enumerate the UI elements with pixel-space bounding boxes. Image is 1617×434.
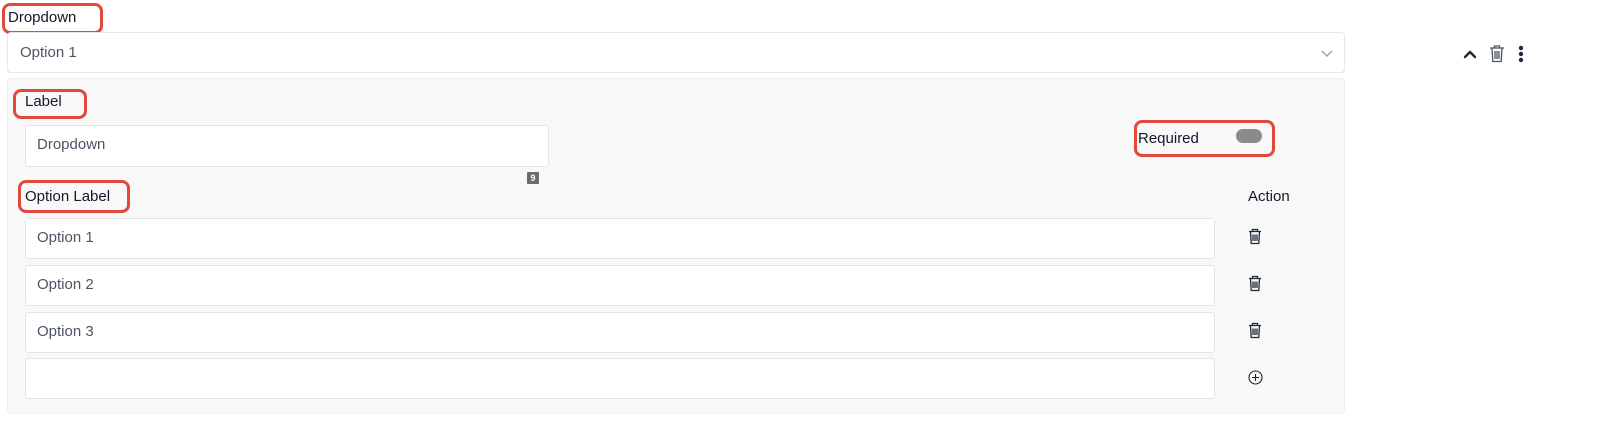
trash-icon — [1489, 44, 1505, 68]
plus-circle-icon — [1247, 370, 1263, 390]
action-header: Action — [1248, 188, 1290, 205]
trash-icon — [1248, 275, 1262, 297]
option-input-2[interactable]: Option 2 — [25, 265, 1215, 306]
chevron-down-icon — [1320, 46, 1334, 65]
chevron-up-icon — [1462, 46, 1478, 67]
option-input-1[interactable]: Option 1 — [25, 218, 1215, 259]
option-label-header: Option Label — [25, 188, 111, 205]
more-vertical-icon — [1518, 45, 1524, 68]
label-title: Label — [25, 93, 62, 110]
more-options-button[interactable] — [1514, 44, 1528, 68]
collapse-button[interactable] — [1460, 45, 1480, 67]
field-title: Dropdown — [8, 9, 77, 26]
required-toggle[interactable] — [1236, 129, 1262, 143]
new-option-input[interactable] — [25, 358, 1215, 399]
delete-option-1-button[interactable] — [1245, 228, 1265, 250]
delete-option-2-button[interactable] — [1245, 275, 1265, 297]
delete-field-button[interactable] — [1487, 44, 1507, 68]
add-option-button[interactable] — [1245, 370, 1265, 390]
toggle-knob — [1249, 130, 1261, 142]
trash-icon — [1248, 228, 1262, 250]
delete-option-3-button[interactable] — [1245, 322, 1265, 344]
dropdown-select[interactable]: Option 1 — [7, 32, 1345, 73]
trash-icon — [1248, 322, 1262, 344]
required-label: Required — [1138, 130, 1199, 147]
label-input[interactable]: Dropdown — [25, 125, 549, 167]
option-input-3[interactable]: Option 3 — [25, 312, 1215, 353]
counter-badge: 9 — [527, 172, 539, 184]
dropdown-selected-value: Option 1 — [20, 44, 77, 61]
